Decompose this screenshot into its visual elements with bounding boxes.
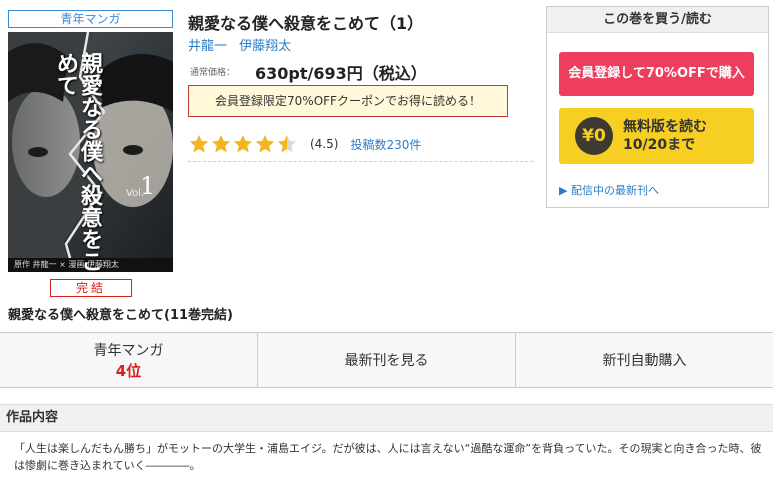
author-list: 井龍一 伊藤翔太 — [188, 35, 299, 54]
review-count-link[interactable]: 投稿数230件 — [350, 136, 421, 153]
description-heading: 作品内容 — [0, 404, 773, 432]
read-free-button[interactable]: ¥0 無料版を読む 10/20まで — [559, 108, 754, 164]
latest-volume-label: 最新刊を見る — [344, 353, 429, 369]
divider — [188, 161, 533, 162]
ranking-cell[interactable]: 青年マンガ 4位 — [0, 333, 258, 387]
rating-value: (4.5) — [310, 137, 339, 151]
coupon-banner[interactable]: 会員登録限定70%OFFクーポンでお得に読める！ — [188, 85, 508, 117]
book-cover[interactable]: 親愛なる僕へ殺意をこめて Vol. 1 原作 井龍一 × 漫画 伊藤翔太 — [8, 32, 173, 272]
star-icon — [233, 134, 253, 153]
price-value: 630pt/693円（税込） — [255, 64, 427, 83]
star-icon — [255, 134, 275, 153]
latest-volume-button[interactable]: 最新刊を見る — [258, 333, 516, 387]
member-purchase-button[interactable]: 会員登録して70%OFFで購入 — [559, 52, 754, 96]
star-icon — [189, 134, 209, 153]
cover-author-credit: 原作 井龍一 × 漫画 伊藤翔太 — [14, 260, 119, 269]
price-label: 通常価格： — [190, 68, 236, 78]
latest-volume-link[interactable]: ▶ 配信中の最新刊へ — [559, 182, 659, 198]
read-free-label: 無料版を読む — [623, 119, 707, 135]
description-text: 「人生は楽しんだもん勝ち」がモットーの大学生・浦島エイジ。だが彼は、人には言えな… — [14, 442, 762, 472]
star-half-icon — [277, 134, 297, 153]
buy-panel-heading: この巻を買う/読む — [547, 7, 768, 33]
author-link[interactable]: 井龍一 — [188, 39, 227, 54]
action-bar: 青年マンガ 4位 最新刊を見る 新刊自動購入 — [0, 332, 773, 388]
auto-purchase-label: 新刊自動購入 — [602, 353, 687, 369]
ranking-label: 青年マンガ — [93, 342, 164, 359]
status-badge: 完結 — [50, 279, 132, 297]
author-link[interactable]: 伊藤翔太 — [239, 39, 291, 54]
read-free-text: 無料版を読む 10/20まで — [623, 118, 707, 154]
cover-volume-number: 1 — [140, 172, 156, 200]
genre-tag[interactable]: 青年マンガ — [8, 10, 173, 28]
series-title[interactable]: 親愛なる僕へ殺意をこめて(11巻完結) — [8, 304, 233, 323]
rating: (4.5) 投稿数230件 — [188, 133, 421, 155]
star-rating — [188, 133, 298, 155]
read-free-deadline: 10/20まで — [623, 137, 696, 153]
page-title: 親愛なる僕へ殺意をこめて（1） — [188, 14, 424, 33]
star-icon — [211, 134, 231, 153]
cover-title: 親愛なる僕へ殺意をこめて — [53, 52, 103, 272]
buy-panel: この巻を買う/読む 会員登録して70%OFFで購入 ¥0 無料版を読む 10/2… — [546, 6, 769, 208]
auto-purchase-button[interactable]: 新刊自動購入 — [516, 333, 773, 387]
yen-icon: ¥0 — [575, 117, 613, 155]
ranking-value: 4位 — [115, 361, 142, 380]
